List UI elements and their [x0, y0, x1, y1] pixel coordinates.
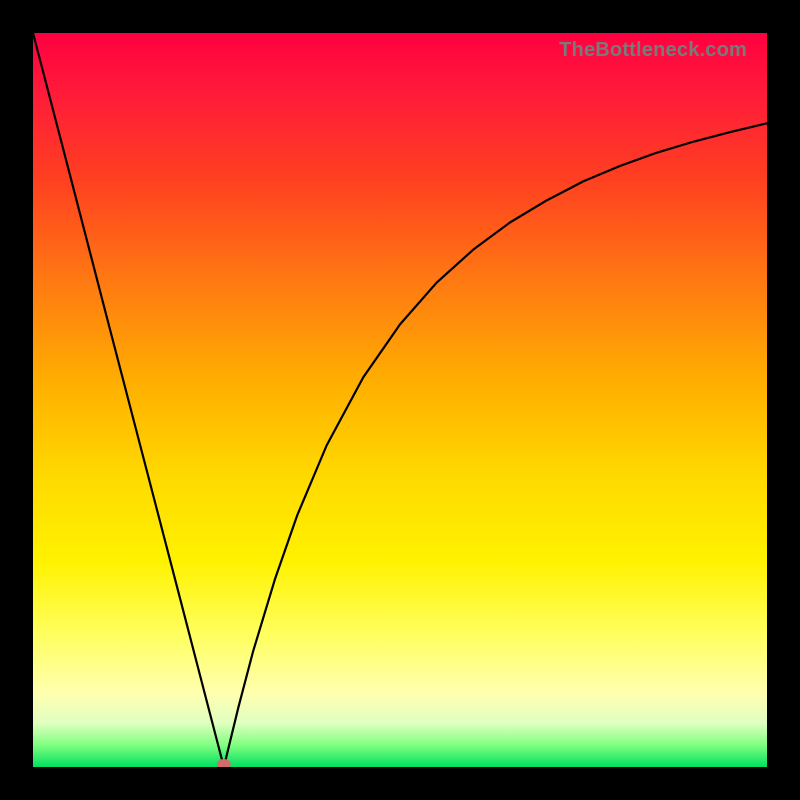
- plot-area: TheBottleneck.com: [33, 33, 767, 767]
- bottleneck-curve: [33, 33, 767, 767]
- chart-frame: TheBottleneck.com: [0, 0, 800, 800]
